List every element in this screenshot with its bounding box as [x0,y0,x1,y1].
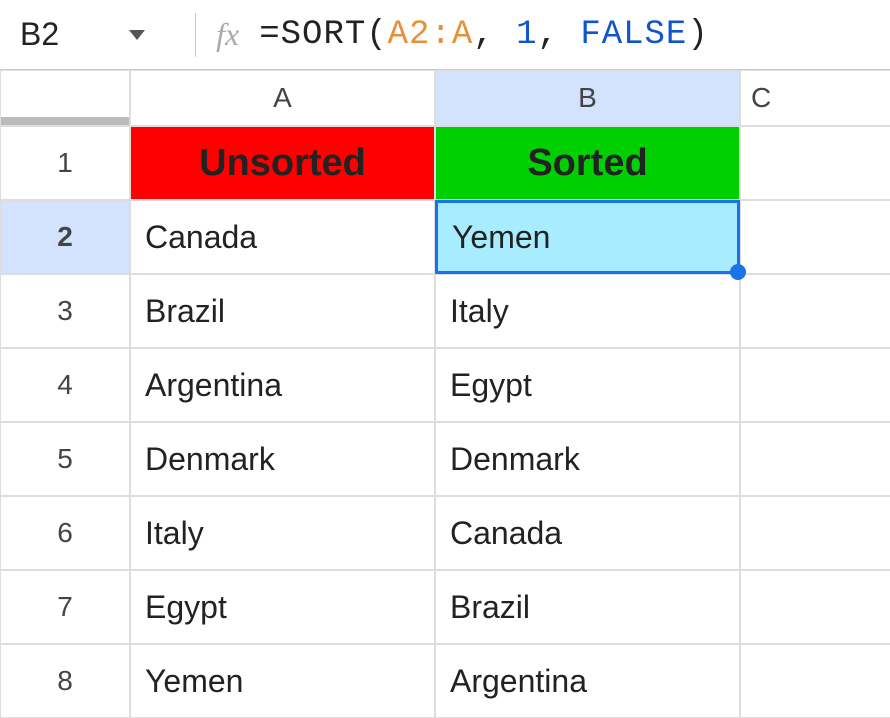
chevron-down-icon[interactable] [129,30,145,40]
cell-b7[interactable]: Brazil [435,570,740,644]
row-header-6[interactable]: 6 [0,496,130,570]
formula-input[interactable]: =SORT(A2:A, 1, FALSE) [259,16,870,54]
cell-a7[interactable]: Egypt [130,570,435,644]
cell-b1[interactable]: Sorted [435,126,740,200]
cell-c2[interactable] [740,200,890,274]
row-header-3[interactable]: 3 [0,274,130,348]
cell-c8[interactable] [740,644,890,718]
row-header-4[interactable]: 4 [0,348,130,422]
select-all-corner[interactable] [0,70,130,126]
row-header-2[interactable]: 2 [0,200,130,274]
cell-reference: B2 [20,16,59,53]
cell-c4[interactable] [740,348,890,422]
cell-b4[interactable]: Egypt [435,348,740,422]
divider [195,13,196,57]
cell-a2[interactable]: Canada [130,200,435,274]
column-header-b[interactable]: B [435,70,740,126]
spreadsheet-grid: A B C 1 Unsorted Sorted 2 Canada Yemen 3… [0,70,890,718]
cell-a4[interactable]: Argentina [130,348,435,422]
formula-bar: B2 fx =SORT(A2:A, 1, FALSE) [0,0,890,70]
cell-c3[interactable] [740,274,890,348]
cell-b6[interactable]: Canada [435,496,740,570]
cell-a8[interactable]: Yemen [130,644,435,718]
row-header-5[interactable]: 5 [0,422,130,496]
cell-a5[interactable]: Denmark [130,422,435,496]
cell-a6[interactable]: Italy [130,496,435,570]
cell-b3[interactable]: Italy [435,274,740,348]
column-header-c[interactable]: C [740,70,890,126]
cell-c6[interactable] [740,496,890,570]
cell-reference-box[interactable]: B2 [20,16,175,53]
row-header-1[interactable]: 1 [0,126,130,200]
fx-icon[interactable]: fx [216,16,239,53]
column-header-a[interactable]: A [130,70,435,126]
row-header-7[interactable]: 7 [0,570,130,644]
cell-c1[interactable] [740,126,890,200]
cell-b8[interactable]: Argentina [435,644,740,718]
cell-b2[interactable]: Yemen [435,200,740,274]
cell-a3[interactable]: Brazil [130,274,435,348]
row-header-8[interactable]: 8 [0,644,130,718]
corner-handle [1,117,129,125]
cell-b5[interactable]: Denmark [435,422,740,496]
cell-c7[interactable] [740,570,890,644]
cell-a1[interactable]: Unsorted [130,126,435,200]
cell-c5[interactable] [740,422,890,496]
